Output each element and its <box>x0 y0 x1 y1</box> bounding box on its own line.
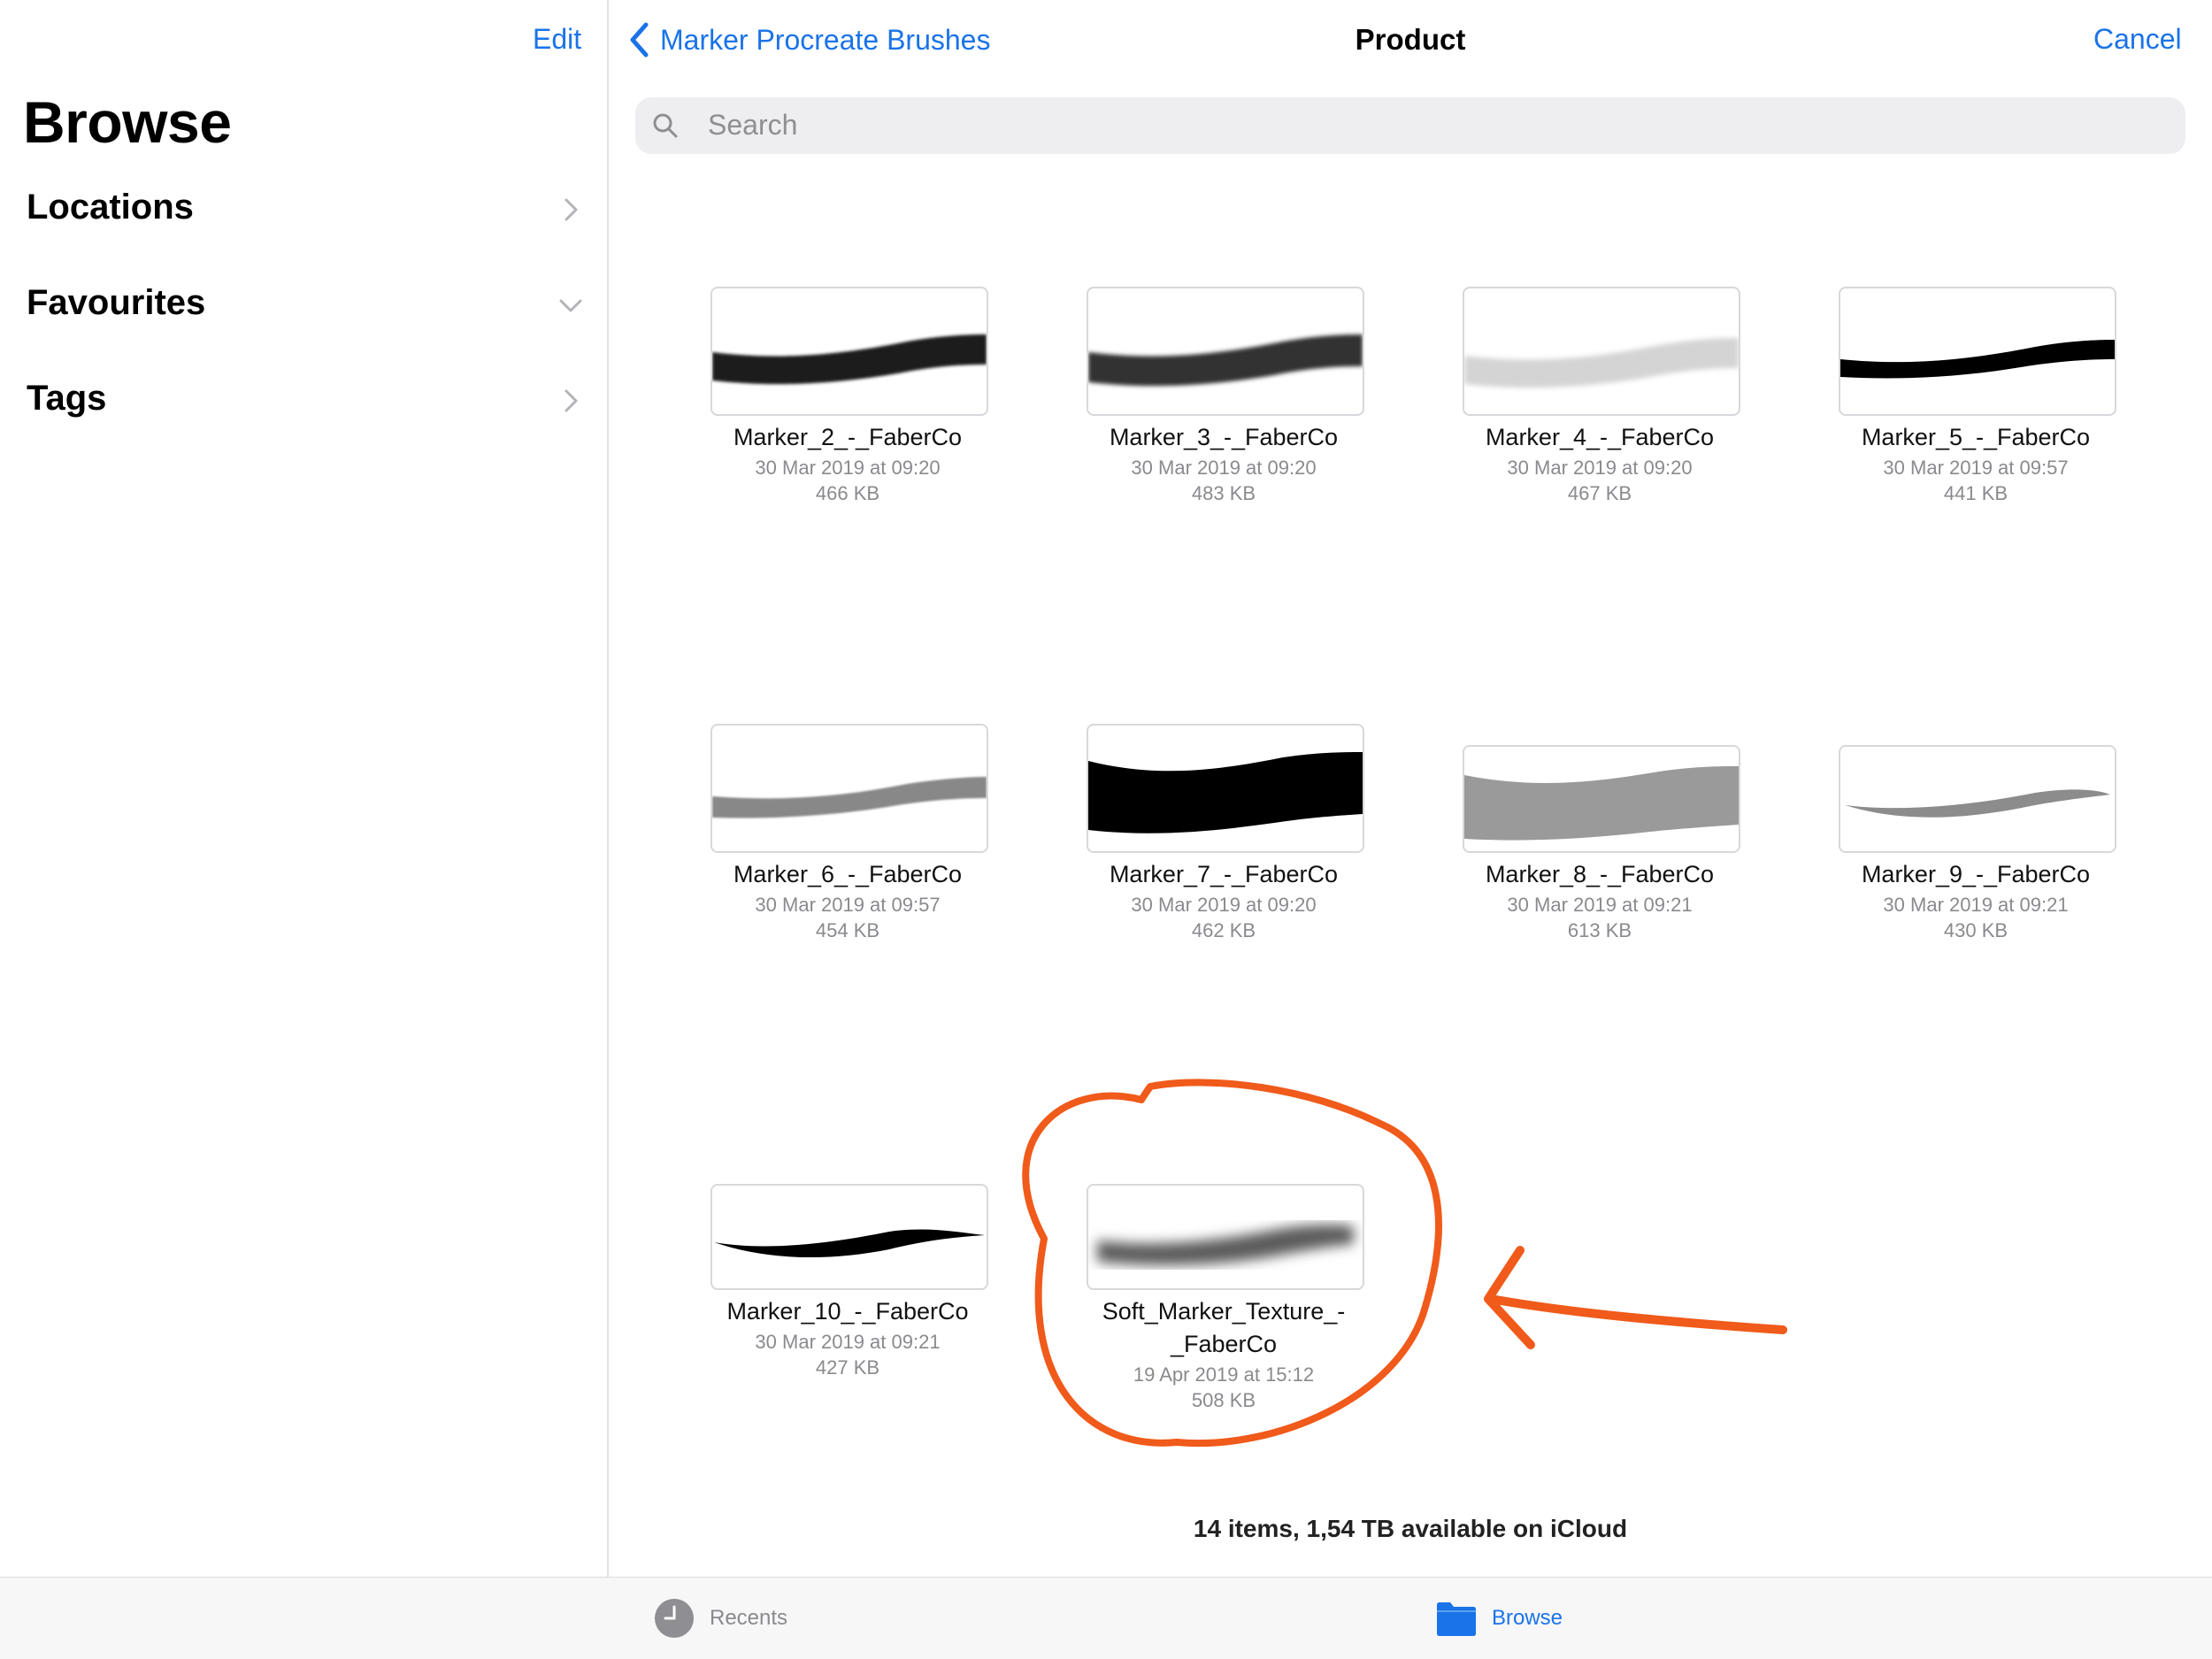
file-size: 441 KB <box>1943 482 2008 504</box>
file-thumbnail <box>1087 724 1364 853</box>
file-size: 508 KB <box>1191 1389 1256 1411</box>
tab-browse[interactable]: Browse <box>1435 1578 1563 1659</box>
file-date: 30 Mar 2019 at 09:21 <box>1883 894 2069 916</box>
file-thumbnail <box>1087 1184 1364 1290</box>
file-date: 30 Mar 2019 at 09:57 <box>755 894 941 916</box>
tab-browse-label: Browse <box>1492 1606 1563 1630</box>
file-thumbnail <box>710 724 988 853</box>
file-browser: Marker Procreate Brushes Product Cancel … <box>609 0 2212 1577</box>
sidebar-item-label: Favourites <box>27 283 206 322</box>
file-size: 454 KB <box>815 919 880 941</box>
file-size: 467 KB <box>1567 482 1632 504</box>
file-thumbnail <box>1839 287 2116 416</box>
file-date: 30 Mar 2019 at 09:20 <box>1131 457 1317 479</box>
file-size: 462 KB <box>1191 919 1256 941</box>
file-thumbnail <box>710 1184 988 1290</box>
file-size: 427 KB <box>815 1356 880 1379</box>
folder-icon <box>1437 1602 1476 1636</box>
file-item[interactable]: Marker_10_-_FaberCo 30 Mar 2019 at 09:21… <box>697 1184 998 1414</box>
file-name-line2: _FaberCo <box>1170 1331 1278 1357</box>
file-thumbnail <box>710 287 988 416</box>
search-field[interactable]: Search <box>635 97 2185 154</box>
file-item[interactable]: Marker_2_-_FaberCo 30 Mar 2019 at 09:20 … <box>697 287 998 517</box>
file-item[interactable]: Marker_5_-_FaberCo 30 Mar 2019 at 09:57 … <box>1825 287 2126 517</box>
file-size: 613 KB <box>1567 919 1632 941</box>
file-size: 466 KB <box>815 482 880 504</box>
file-thumbnail <box>1087 287 1364 416</box>
file-name: Marker_2_-_FaberCo <box>733 424 963 450</box>
sidebar-item-favourites[interactable]: Favourites <box>0 264 607 343</box>
file-name: Marker_9_-_FaberCo <box>1861 861 2091 887</box>
file-size: 483 KB <box>1191 482 1256 504</box>
file-name: Marker_3_-_FaberCo <box>1109 424 1339 450</box>
file-item[interactable]: Marker_8_-_FaberCo 30 Mar 2019 at 09:21 … <box>1449 724 1750 954</box>
file-size: 430 KB <box>1943 919 2008 941</box>
file-date: 30 Mar 2019 at 09:21 <box>755 1331 941 1353</box>
sidebar-item-label: Locations <box>27 188 194 227</box>
file-date: 19 Apr 2019 at 15:12 <box>1133 1363 1315 1386</box>
tab-bar: Recents Browse <box>0 1577 2212 1659</box>
file-date: 30 Mar 2019 at 09:21 <box>1507 894 1693 916</box>
file-date: 30 Mar 2019 at 09:57 <box>1883 457 2069 479</box>
file-name: Marker_8_-_FaberCo <box>1485 861 1715 887</box>
clock-icon <box>655 1599 694 1638</box>
file-item[interactable]: Marker_3_-_FaberCo 30 Mar 2019 at 09:20 … <box>1073 287 1374 517</box>
file-name: Marker_6_-_FaberCo <box>733 861 963 887</box>
file-item[interactable]: Marker_6_-_FaberCo 30 Mar 2019 at 09:57 … <box>697 724 998 954</box>
file-name: Marker_5_-_FaberCo <box>1861 424 2091 450</box>
chevron-down-icon <box>559 299 582 312</box>
file-date: 30 Mar 2019 at 09:20 <box>1131 894 1317 916</box>
search-icon <box>653 113 678 138</box>
tab-recents[interactable]: Recents <box>653 1578 787 1659</box>
file-item[interactable]: Soft_Marker_Texture_- _FaberCo 19 Apr 20… <box>1073 1184 1374 1432</box>
page-title: Browse <box>23 89 232 155</box>
sidebar-item-locations[interactable]: Locations <box>0 168 607 248</box>
chevron-right-icon <box>565 198 578 221</box>
file-item[interactable]: Marker_9_-_FaberCo 30 Mar 2019 at 09:21 … <box>1825 724 2126 954</box>
edit-button[interactable]: Edit <box>533 23 581 56</box>
tab-recents-label: Recents <box>710 1606 788 1630</box>
sidebar-item-tags[interactable]: Tags <box>0 359 607 439</box>
chevron-right-icon <box>565 389 578 412</box>
file-name-line1: Soft_Marker_Texture_- <box>1102 1298 1346 1325</box>
file-name: Marker_7_-_FaberCo <box>1109 861 1339 887</box>
file-date: 30 Mar 2019 at 09:20 <box>755 457 941 479</box>
file-thumbnail <box>1463 287 1740 416</box>
file-date: 30 Mar 2019 at 09:20 <box>1507 457 1693 479</box>
sidebar-item-label: Tags <box>27 379 107 418</box>
file-item[interactable]: Marker_4_-_FaberCo 30 Mar 2019 at 09:20 … <box>1449 287 1750 517</box>
file-name: Marker_4_-_FaberCo <box>1485 424 1715 450</box>
file-item[interactable]: Marker_7_-_FaberCo 30 Mar 2019 at 09:20 … <box>1073 724 1374 954</box>
file-name: Marker_10_-_FaberCo <box>726 1298 969 1325</box>
folder-title: Product <box>1355 23 1466 56</box>
cancel-button[interactable]: Cancel <box>2093 23 2182 56</box>
storage-info: 14 items, 1,54 TB available on iCloud <box>1193 1515 1628 1542</box>
file-thumbnail <box>1463 745 1740 853</box>
sidebar: Edit Browse Locations Favourites Tags <box>0 0 609 1577</box>
search-placeholder: Search <box>708 109 798 141</box>
file-thumbnail <box>1839 745 2116 853</box>
